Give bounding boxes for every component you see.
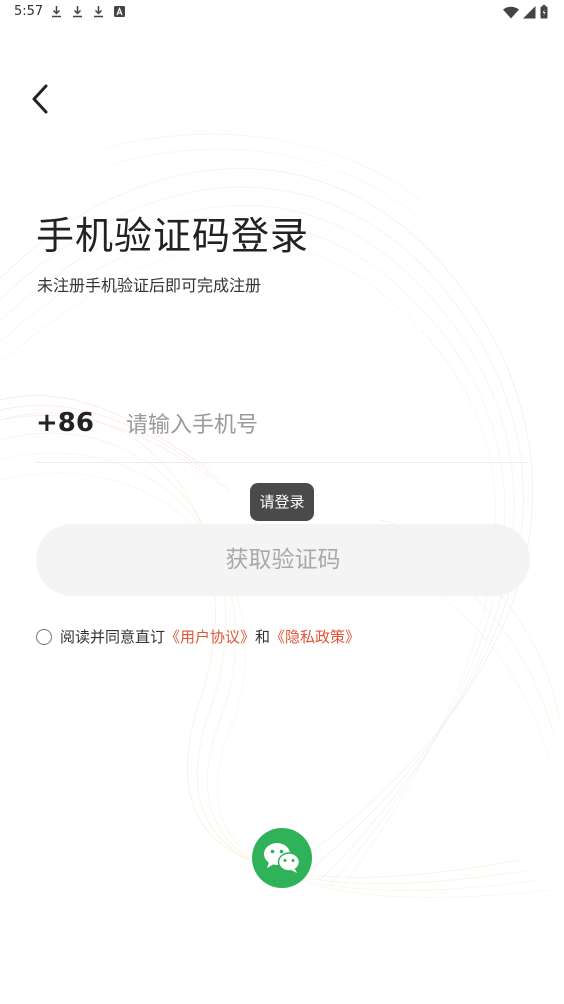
system-icons bbox=[503, 5, 548, 19]
login-tooltip: 请登录 bbox=[250, 483, 314, 521]
battery-icon bbox=[540, 5, 548, 19]
agreement-and: 和 bbox=[255, 628, 271, 646]
status-bar: 5:57 bbox=[0, 0, 564, 26]
download-icon bbox=[73, 6, 82, 18]
agreement-row: 阅读并同意直订 《用户协议》 和 《隐私政策》 bbox=[36, 626, 360, 647]
download-icon bbox=[94, 6, 103, 18]
notification-icons bbox=[50, 5, 126, 18]
page-subtitle: 未注册手机验证后即可完成注册 bbox=[37, 276, 262, 295]
status-time: 5:57 bbox=[14, 4, 44, 19]
user-agreement-link[interactable]: 《用户协议》 bbox=[165, 626, 255, 647]
page-title: 手机验证码登录 bbox=[36, 214, 310, 258]
phone-input[interactable] bbox=[124, 404, 518, 446]
wechat-login-button[interactable] bbox=[252, 828, 312, 888]
agree-checkbox[interactable] bbox=[36, 628, 52, 645]
signal-icon bbox=[523, 5, 536, 18]
get-code-button[interactable]: 获取验证码 bbox=[36, 524, 530, 596]
wechat-icon bbox=[264, 843, 301, 873]
wifi-icon bbox=[503, 6, 519, 18]
font-a-icon bbox=[114, 6, 125, 17]
download-icon bbox=[52, 6, 61, 18]
back-button[interactable] bbox=[26, 82, 58, 116]
agreement-prefix: 阅读并同意直订 bbox=[60, 628, 166, 646]
chevron-left-icon bbox=[32, 84, 48, 114]
phone-input-row: +86 bbox=[36, 400, 528, 463]
privacy-policy-link[interactable]: 《隐私政策》 bbox=[270, 626, 360, 647]
country-code[interactable]: +86 bbox=[36, 408, 94, 438]
